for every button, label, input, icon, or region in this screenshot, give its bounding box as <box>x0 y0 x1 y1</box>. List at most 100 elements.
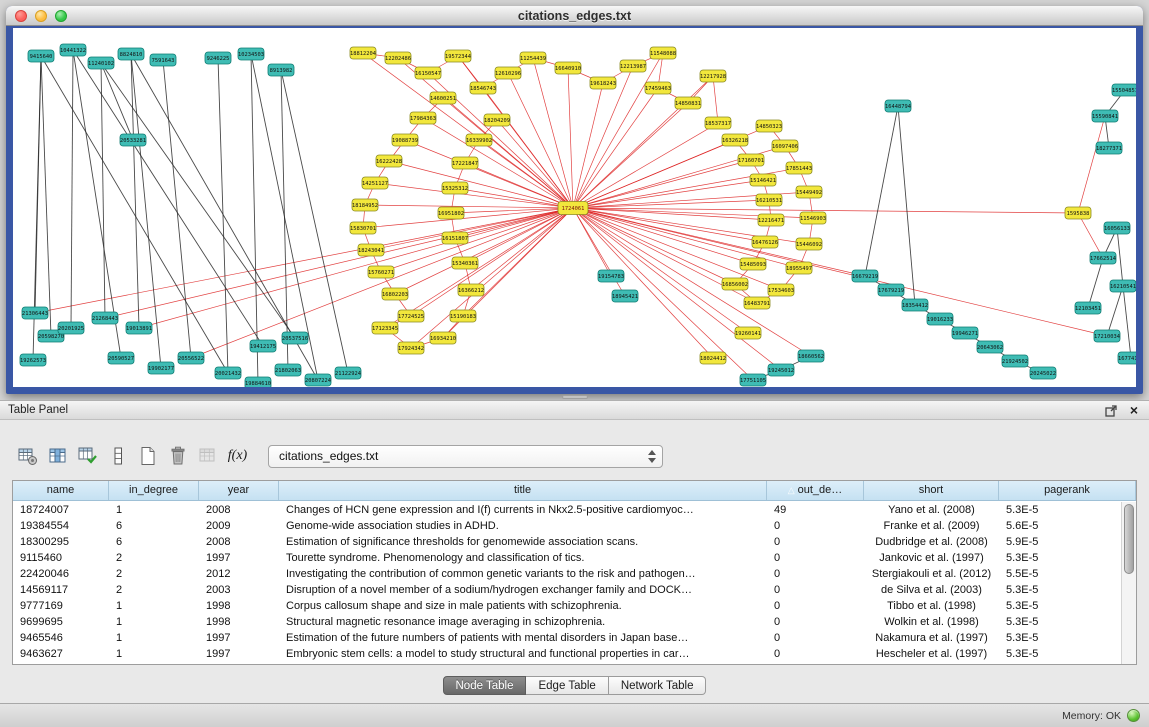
graph-node[interactable]: 15504851 <box>1112 84 1136 96</box>
graph-node[interactable]: 18354412 <box>902 299 928 311</box>
graph-node[interactable]: 14251127 <box>362 177 388 189</box>
graph-hub-node[interactable]: 1724061 <box>558 202 588 215</box>
graph-node[interactable]: 15325312 <box>442 182 468 194</box>
graph-node[interactable]: 16802203 <box>382 288 408 300</box>
tab-edge-table[interactable]: Edge Table <box>526 676 608 695</box>
vertical-scrollbar[interactable] <box>1121 502 1136 664</box>
graph-node[interactable]: 10441322 <box>60 44 86 56</box>
graph-node[interactable]: 19572344 <box>445 50 471 62</box>
graph-node[interactable]: 20533281 <box>120 134 146 146</box>
graph-node[interactable]: 17459463 <box>645 82 671 94</box>
minimize-window-button[interactable] <box>35 10 47 22</box>
graph-node[interactable]: 19902177 <box>148 362 174 374</box>
graph-node[interactable]: 19245012 <box>768 364 794 376</box>
graph-node[interactable]: 17851443 <box>786 162 812 174</box>
graph-node[interactable]: 15340361 <box>452 257 478 269</box>
graph-node[interactable]: 16951802 <box>438 207 464 219</box>
graph-node[interactable]: 9415640 <box>28 50 54 62</box>
graph-node[interactable]: 17221847 <box>452 157 478 169</box>
column-header-year[interactable]: year <box>199 481 279 500</box>
graph-node[interactable]: 19016233 <box>927 313 953 325</box>
graph-node[interactable]: 14850831 <box>675 97 701 109</box>
graph-node[interactable]: 20807224 <box>305 374 331 386</box>
table-row[interactable]: 911546021997Tourette syndrome. Phenomeno… <box>13 550 1121 566</box>
graph-node[interactable]: 16210541 <box>1110 280 1136 292</box>
table-row[interactable]: 969969511998Structural magnetic resonanc… <box>13 614 1121 630</box>
graph-node[interactable]: 11548088 <box>650 47 676 59</box>
graph-node[interactable]: 12216471 <box>758 214 784 226</box>
window-titlebar[interactable]: citations_edges.txt <box>6 6 1143 26</box>
graph-node[interactable]: 16640910 <box>555 62 581 74</box>
graph-node[interactable]: 16448794 <box>885 100 911 112</box>
graph-node[interactable]: 19884610 <box>245 377 271 387</box>
network-view[interactable]: 1724061188122041220248616150547195723441… <box>13 28 1136 387</box>
graph-node[interactable]: 17210034 <box>1094 330 1120 342</box>
graph-node[interactable]: 18024412 <box>700 352 726 364</box>
close-panel-button[interactable]: × <box>1127 403 1141 417</box>
graph-node[interactable]: 12217928 <box>700 70 726 82</box>
graph-node[interactable]: 17984363 <box>410 112 436 124</box>
close-window-button[interactable] <box>15 10 27 22</box>
graph-node[interactable]: 18546743 <box>470 82 496 94</box>
graph-node[interactable]: 16097406 <box>772 140 798 152</box>
table-row[interactable]: 946362711997Embryonic stem cells: a mode… <box>13 646 1121 662</box>
table-mode-button[interactable] <box>14 443 41 469</box>
graph-node[interactable]: 12610296 <box>495 67 521 79</box>
graph-node[interactable]: 11546903 <box>800 212 826 224</box>
graph-node[interactable]: 19154783 <box>598 270 624 282</box>
graph-node[interactable]: 18204209 <box>484 114 510 126</box>
graph-node[interactable]: 16210531 <box>756 194 782 206</box>
graph-node[interactable]: 19013891 <box>126 322 152 334</box>
table-source-select[interactable]: citations_edges.txt <box>268 445 663 468</box>
graph-node[interactable]: 14850323 <box>756 120 782 132</box>
graph-node[interactable]: 20021432 <box>215 367 241 379</box>
column-header-pagerank[interactable]: pagerank <box>999 481 1136 500</box>
graph-node[interactable]: 11254439 <box>520 52 546 64</box>
table-row[interactable]: 1938455462009Genome-wide association stu… <box>13 518 1121 534</box>
graph-node[interactable]: 15190183 <box>450 310 476 322</box>
graph-node[interactable]: 17160701 <box>738 154 764 166</box>
graph-node[interactable]: 16339902 <box>466 134 492 146</box>
graph-node[interactable]: 16222428 <box>376 155 402 167</box>
graph-node[interactable]: 16856002 <box>722 278 748 290</box>
graph-node[interactable]: 17751105 <box>740 374 766 386</box>
graph-node[interactable]: 16934210 <box>430 332 456 344</box>
graph-node[interactable]: 20556522 <box>178 352 204 364</box>
graph-node[interactable]: 21268443 <box>92 312 118 324</box>
tab-node-table[interactable]: Node Table <box>443 676 527 695</box>
graph-node[interactable]: 19088739 <box>392 134 418 146</box>
function-builder-button[interactable]: f(x) <box>224 443 251 469</box>
graph-node[interactable]: 8824810 <box>118 48 144 60</box>
graph-node[interactable]: 21122924 <box>335 367 361 379</box>
graph-node[interactable]: 10234503 <box>238 48 264 60</box>
graph-node[interactable]: 19946271 <box>952 327 978 339</box>
graph-node[interactable]: 18955497 <box>786 262 812 274</box>
graph-node[interactable]: 21924502 <box>1002 355 1028 367</box>
graph-node[interactable]: 20590527 <box>108 352 134 364</box>
scrollbar-thumb[interactable] <box>1124 504 1134 574</box>
graph-node[interactable]: 12213987 <box>620 60 646 72</box>
graph-node[interactable]: 17924342 <box>398 342 424 354</box>
graph-node[interactable]: 21306443 <box>22 307 48 319</box>
graph-node[interactable]: 9246225 <box>205 52 231 64</box>
graph-node[interactable]: 16774103 <box>1118 352 1136 364</box>
graph-node[interactable]: 15830701 <box>350 222 376 234</box>
graph-node[interactable]: 18660562 <box>798 350 824 362</box>
graph-node[interactable]: 16366212 <box>458 284 484 296</box>
graph-node[interactable]: 18537317 <box>705 117 731 129</box>
graph-node[interactable]: 17724525 <box>398 310 424 322</box>
tab-network-table[interactable]: Network Table <box>609 676 707 695</box>
graph-node[interactable]: 18812204 <box>350 47 376 59</box>
graph-node[interactable]: 16679219 <box>852 270 878 282</box>
graph-node[interactable]: 17662514 <box>1090 252 1116 264</box>
column-header-in_degree[interactable]: in_degree <box>109 481 199 500</box>
graph-node[interactable]: 18277371 <box>1096 142 1122 154</box>
float-panel-button[interactable] <box>1104 403 1119 418</box>
graph-node[interactable]: 19618243 <box>590 77 616 89</box>
graph-node[interactable]: 15590841 <box>1092 110 1118 122</box>
graph-node[interactable]: 16151807 <box>442 232 468 244</box>
show-columns-button[interactable] <box>44 443 71 469</box>
graph-node[interactable]: 20537516 <box>282 332 308 344</box>
graph-node[interactable]: 19412175 <box>250 340 276 352</box>
table-row[interactable]: 946554611997Estimation of the future num… <box>13 630 1121 646</box>
